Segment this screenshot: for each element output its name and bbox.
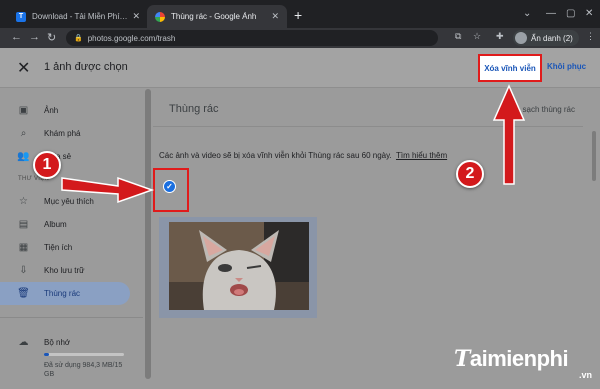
storage-usage-text: Đã sử dụng 984,3 MB/15 GB	[44, 362, 123, 378]
delete-permanently-button[interactable]: Xóa vĩnh viễn	[478, 54, 542, 82]
sidebar-item-label: Kho lưu trữ	[44, 266, 85, 275]
profile-label: Ẩn danh (2)	[531, 33, 573, 43]
photo-icon: ▣	[18, 105, 29, 116]
reload-icon[interactable]: ↻	[47, 31, 56, 44]
forward-icon[interactable]: →	[29, 31, 40, 43]
watermark-logo: Taimienphi .vn	[454, 346, 592, 384]
sidebar: ▣ Ảnh ⌕ Khám phá 👥 Chia sẻ THƯ VIỆN ☆ Mụ…	[0, 89, 143, 389]
sidebar-item-sharing[interactable]: 👥 Chia sẻ	[0, 145, 130, 168]
address-bar-row: ← → ↻ 🔒 photos.google.com/trash ⧉ ☆ ✚ Ẩn…	[0, 28, 600, 48]
sidebar-item-explore[interactable]: ⌕ Khám phá	[0, 122, 130, 145]
empty-trash-button[interactable]: Dọn sạch thùng rác	[506, 105, 575, 114]
step-badge-2: 2	[456, 160, 484, 188]
tab-title: Thùng rác - Google Ảnh	[171, 12, 257, 21]
sidebar-item-label: Thùng rác	[44, 289, 81, 298]
translate-icon[interactable]: ⧉	[455, 31, 461, 42]
step-badge-1: 1	[33, 151, 61, 179]
url-text: photos.google.com/trash	[87, 33, 176, 43]
sidebar-item-favorites[interactable]: ☆ Mục yêu thích	[0, 190, 130, 213]
back-icon[interactable]: ←	[11, 31, 22, 43]
sidebar-item-label: Album	[44, 220, 67, 229]
selection-count: 1 ảnh được chọn	[44, 61, 128, 73]
trash-header: Thùng rác Dọn sạch thùng rác	[153, 93, 583, 127]
learn-more-link[interactable]: Tìm hiểu thêm	[396, 151, 447, 160]
trash-icon: 🗑	[17, 288, 30, 299]
sidebar-item-storage[interactable]: ☁ Bộ nhớ	[0, 331, 130, 354]
sidebar-divider	[0, 317, 143, 318]
minimize-icon[interactable]: —	[546, 8, 556, 19]
people-icon: 👥	[17, 151, 30, 162]
sidebar-item-label: Mục yêu thích	[44, 197, 94, 206]
tab-title: Download - Tải Miễn Phí VN - Ph	[32, 12, 128, 21]
watermark-brand: Taimienphi	[454, 346, 569, 372]
sidebar-item-utilities[interactable]: ▦ Tiện ích	[0, 236, 130, 259]
extensions-icon[interactable]: ✚	[496, 31, 504, 42]
page-title: Thùng rác	[169, 103, 219, 115]
sidebar-scrollbar[interactable]	[145, 89, 151, 379]
album-icon: ▤	[18, 219, 29, 230]
watermark-suffix: .vn	[578, 370, 592, 380]
bookmark-star-icon[interactable]: ☆	[473, 31, 481, 42]
incognito-profile-button[interactable]: Ẩn danh (2)	[513, 30, 579, 46]
main-scrollbar[interactable]	[592, 131, 596, 181]
browser-tab[interactable]: T Download - Tải Miễn Phí VN - Ph ✕	[8, 5, 148, 28]
utilities-icon: ▦	[18, 242, 29, 253]
sidebar-item-archive[interactable]: ⇩ Kho lưu trữ	[0, 259, 130, 282]
url-field[interactable]: 🔒 photos.google.com/trash	[66, 30, 438, 46]
selected-photo-tile[interactable]	[159, 217, 317, 318]
browser-tab-active[interactable]: Thùng rác - Google Ảnh ✕	[147, 5, 287, 28]
window-close-icon[interactable]: ✕	[585, 8, 593, 19]
sidebar-item-label: Ảnh	[44, 106, 59, 115]
google-photos-favicon	[155, 11, 165, 22]
kitten-photo	[169, 222, 309, 310]
close-tab-icon[interactable]: ✕	[271, 11, 279, 22]
site-favicon: T	[16, 11, 26, 22]
lock-icon: 🔒	[74, 35, 83, 42]
archive-icon: ⇩	[19, 265, 28, 276]
menu-dots-icon[interactable]: ⋮	[586, 31, 595, 42]
maximize-icon[interactable]: ▢	[566, 8, 575, 19]
search-icon: ⌕	[20, 128, 27, 139]
trash-info-text: Các ảnh và video sẽ bị xóa vĩnh viễn khỏ…	[159, 151, 392, 160]
google-photos-page: ✕ 1 ảnh được chọn Xóa vĩnh viễn Khôi phụ…	[0, 48, 600, 389]
incognito-icon	[515, 32, 527, 44]
storage-progress-bar	[44, 353, 124, 356]
sidebar-item-label: Bộ nhớ	[44, 338, 71, 347]
close-tab-icon[interactable]: ✕	[132, 11, 140, 22]
tab-search-icon[interactable]: ⌄	[523, 8, 531, 19]
trash-info: Các ảnh và video sẽ bị xóa vĩnh viễn khỏ…	[159, 151, 447, 160]
sidebar-item-photos[interactable]: ▣ Ảnh	[0, 99, 130, 122]
sidebar-item-album[interactable]: ▤ Album	[0, 213, 130, 236]
storage-progress-fill	[44, 353, 50, 356]
browser-tab-bar: T Download - Tải Miễn Phí VN - Ph ✕ Thùn…	[0, 0, 600, 28]
new-tab-icon[interactable]: +	[294, 7, 302, 23]
sidebar-item-trash[interactable]: 🗑 Thùng rác	[0, 282, 130, 305]
sidebar-item-label: Khám phá	[44, 129, 81, 138]
restore-button[interactable]: Khôi phục	[547, 62, 586, 71]
cloud-icon: ☁	[18, 337, 29, 348]
trash-main: Thùng rác Dọn sạch thùng rác Các ảnh và …	[153, 89, 590, 389]
photo-selected-check-icon[interactable]: ✓	[163, 180, 176, 193]
sidebar-item-label: Tiện ích	[44, 243, 73, 252]
selection-app-bar: ✕ 1 ảnh được chọn Xóa vĩnh viễn Khôi phụ…	[0, 48, 600, 88]
star-icon: ☆	[19, 196, 28, 207]
close-selection-icon[interactable]: ✕	[17, 58, 30, 78]
